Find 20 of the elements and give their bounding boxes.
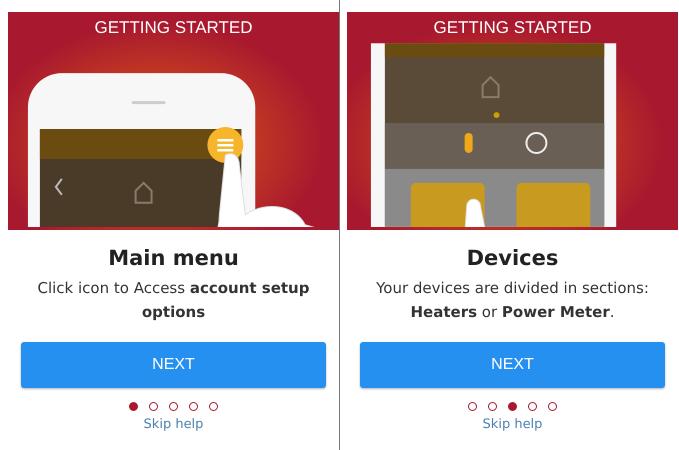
page-indicator-dot[interactable] — [169, 402, 178, 411]
page-indicator-dot[interactable] — [508, 402, 517, 411]
slide-description: Click icon to Access account setup options — [36, 278, 310, 323]
slide-title: Main menu — [108, 246, 239, 270]
page-indicator-dot[interactable] — [468, 402, 477, 411]
next-button[interactable]: NEXT — [360, 342, 665, 388]
next-button[interactable]: NEXT — [21, 342, 326, 388]
page-indicator-dot[interactable] — [548, 402, 557, 411]
page-indicator-dot[interactable] — [129, 402, 138, 411]
page-indicator-dot[interactable] — [528, 402, 537, 411]
page-indicator-dot[interactable] — [488, 402, 497, 411]
page-indicator-dot[interactable] — [189, 402, 198, 411]
header-title: GETTING STARTED — [433, 17, 592, 39]
slide-description: Your devices are divided in sections: Heaters or Power Meter. — [375, 278, 650, 323]
skip-help-link[interactable]: Skip help — [482, 417, 542, 432]
page-indicator-dot[interactable] — [149, 402, 158, 411]
header-title: GETTING STARTED — [94, 17, 253, 39]
skip-help-link[interactable]: Skip help — [144, 417, 204, 432]
page-indicator-dot[interactable] — [209, 402, 218, 411]
slide-title: Devices — [466, 246, 558, 270]
